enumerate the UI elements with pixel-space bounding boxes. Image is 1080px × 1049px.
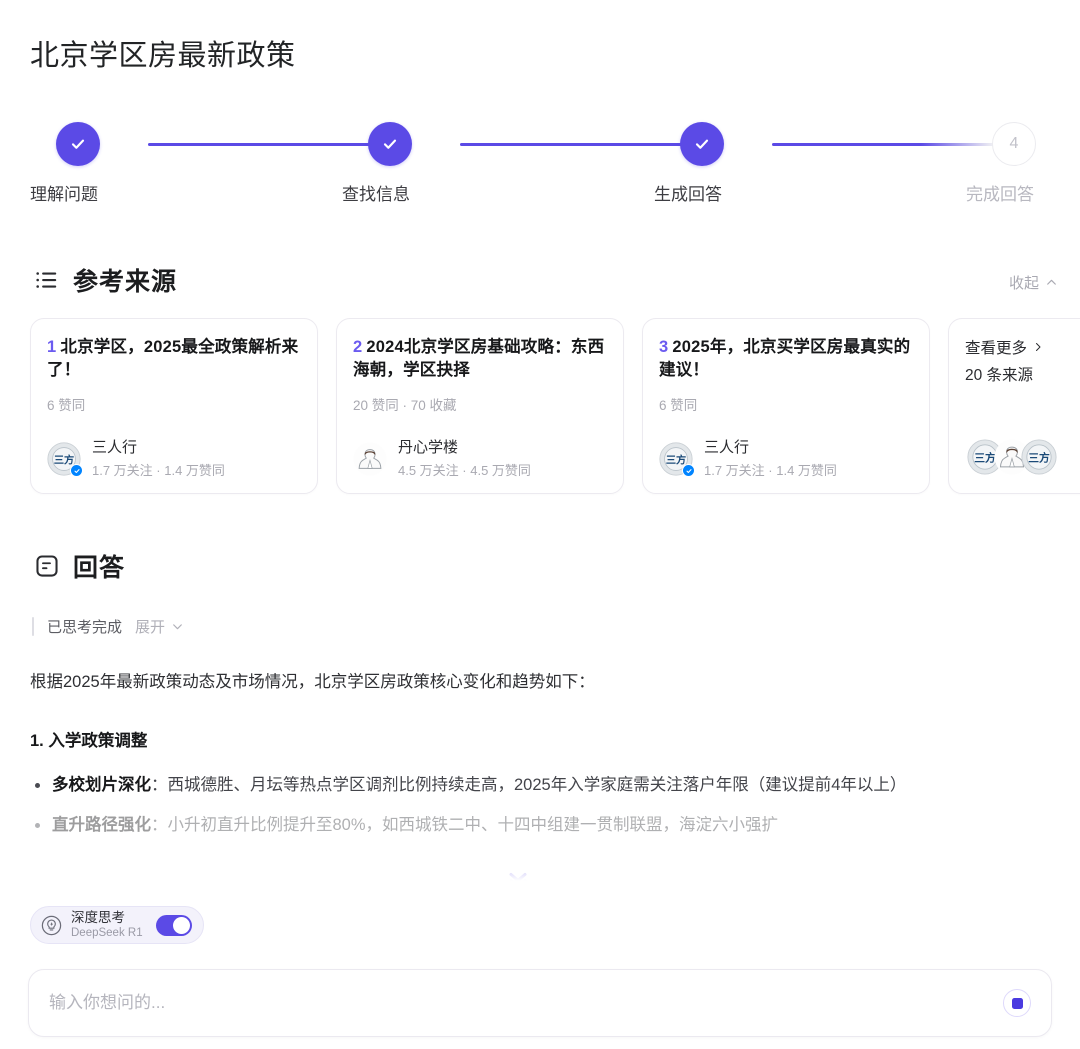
sources-heading: 参考来源 [73, 268, 178, 296]
author-name: 三人行 [704, 439, 750, 457]
step-connector-1 [148, 143, 388, 146]
author-name: 三人行 [92, 439, 138, 457]
source-card-meta: 6 赞同 [659, 397, 698, 413]
source-card-title: 1 北京学区，2025最全政策解析来了！ [47, 336, 301, 383]
avatar [353, 442, 387, 476]
list-icon [36, 272, 57, 288]
document-icon [36, 555, 58, 577]
answer-heading: 回答 [73, 554, 126, 582]
chevron-down-icon [173, 624, 182, 630]
source-card[interactable]: 2 2024北京学区房基础攻略：东西海朝，学区抉择 20 赞同 · 70 收藏 丹… [336, 318, 624, 494]
double-chevron-down-icon [509, 873, 527, 889]
answer-body: 根据2025年最新政策动态及市场情况，北京学区房政策核心变化和趋势如下： 1. … [30, 668, 1060, 852]
author-stat: 4.5 万关注 · 4.5 万赞同 [398, 463, 531, 478]
step-node-4[interactable]: 4 [992, 122, 1036, 166]
source-card-author[interactable]: 三方 三人行 1.7 万关注 · 1.4 万赞同 [659, 439, 837, 479]
verified-badge-icon [70, 464, 83, 478]
deep-think-chip[interactable]: 深度思考 DeepSeek R1 [30, 906, 204, 944]
author-stat: 1.7 万关注 · 1.4 万赞同 [704, 463, 837, 478]
page-title: 北京学区房最新政策 [30, 40, 296, 72]
answer-bullet-text: ：西城德胜、月坛等热点学区调剂比例持续走高，2025年入学家庭需关注落户年限（建… [151, 775, 907, 794]
deep-think-title: 深度思考 [71, 909, 125, 925]
source-card-author[interactable]: 三方 三人行 1.7 万关注 · 1.4 万赞同 [47, 439, 225, 479]
step-label-1: 理解问题 [30, 185, 98, 204]
author-stat: 1.7 万关注 · 1.4 万赞同 [92, 463, 225, 478]
stop-square-icon [1011, 997, 1023, 1009]
answer-section-heading: 1. 入学政策调整 [30, 731, 148, 750]
person-avatar [353, 442, 387, 476]
deep-think-subtitle: DeepSeek R1 [71, 927, 143, 940]
progress-stepper: 4 理解问题 查找信息 生成回答 完成回答 [30, 122, 1060, 212]
source-card-title: 2 2024北京学区房基础攻略：东西海朝，学区抉择 [353, 336, 607, 383]
step-connector-2 [460, 143, 700, 146]
collapse-label: 收起 [1008, 275, 1039, 292]
step-node-2[interactable] [368, 122, 412, 166]
deep-think-texts: 深度思考 DeepSeek R1 [71, 909, 143, 940]
lightbulb-bolt-icon [41, 915, 62, 935]
logo-avatar: 三方 [1021, 439, 1057, 475]
view-more-link[interactable]: 查看更多 [965, 336, 1080, 358]
view-more-sources-card[interactable]: 查看更多 20 条来源 三方 三方 [948, 318, 1080, 494]
view-more-label: 查看更多 [965, 340, 1028, 357]
message-input[interactable] [49, 993, 1003, 1013]
check-icon [695, 139, 709, 149]
step-label-4: 完成回答 [966, 185, 1034, 204]
chevron-right-icon [1036, 343, 1041, 351]
source-card-meta: 20 赞同 · 70 收藏 [353, 397, 457, 413]
answer-bullet-list: 多校划片深化：西城德胜、月坛等热点学区调剂比例持续走高，2025年入学家庭需关注… [30, 771, 1060, 840]
sources-collapse-button[interactable]: 收起 [1009, 272, 1058, 293]
view-more-count: 20 条来源 [965, 367, 1034, 384]
answer-bullet-text: ：小升初直升比例提升至80%，如西城铁二中、十四中组建一贯制联盟，海淀六小强扩 [151, 816, 779, 835]
chevron-up-icon [1047, 279, 1056, 285]
answer-intro: 根据2025年最新政策动态及市场情况，北京学区房政策核心变化和趋势如下： [30, 673, 595, 691]
deep-think-toggle[interactable] [155, 914, 192, 936]
avatar: 三方 [47, 442, 83, 478]
svg-text:三方: 三方 [666, 453, 686, 466]
thinking-expand-label: 展开 [135, 619, 166, 636]
source-card-index: 1 [47, 338, 57, 356]
scroll-to-bottom-button[interactable] [505, 866, 531, 892]
check-icon [383, 139, 397, 149]
step-number-4: 4 [1009, 135, 1019, 152]
step-node-3[interactable] [680, 122, 724, 166]
view-more-avatar-stack: 三方 三方 [967, 439, 1057, 475]
step-label-3: 生成回答 [654, 185, 722, 204]
stop-generation-button[interactable] [1003, 989, 1031, 1017]
source-card-title-text: 2025年，北京买学区房最真实的建议！ [659, 338, 911, 380]
step-label-2: 查找信息 [342, 185, 410, 204]
author-name: 丹心学楼 [398, 439, 459, 457]
answer-bullet-item: 多校划片深化：西城德胜、月坛等热点学区调剂比例持续走高，2025年入学家庭需关注… [30, 771, 1060, 799]
source-card-title-text: 2024北京学区房基础攻略：东西海朝，学区抉择 [353, 338, 605, 380]
source-card-meta: 6 赞同 [47, 397, 86, 413]
toggle-knob [172, 916, 190, 934]
step-connector-3 [772, 143, 1012, 146]
thinking-status-label: 已思考完成 [47, 619, 123, 636]
sources-header: 参考来源 [34, 262, 177, 298]
answer-header: 回答 [34, 548, 125, 584]
check-icon [71, 139, 85, 149]
verified-badge-icon [682, 464, 695, 478]
svg-text:三方: 三方 [974, 452, 996, 465]
answer-bullet-strong: 直升路径强化 [52, 816, 151, 835]
message-composer[interactable] [28, 969, 1052, 1037]
svg-text:三方: 三方 [54, 453, 74, 466]
source-card-index: 2 [353, 338, 363, 356]
sources-card-list: 1 北京学区，2025最全政策解析来了！ 6 赞同 三方 三人行 1.7 万关注… [30, 318, 1080, 494]
thinking-status-bar: 已思考完成 展开 [32, 616, 184, 637]
avatar: 三方 [659, 442, 695, 478]
thinking-rule [32, 617, 34, 636]
source-card-title-text: 北京学区，2025最全政策解析来了！ [47, 338, 299, 380]
answer-bullet-item: 直升路径强化：小升初直升比例提升至80%，如西城铁二中、十四中组建一贯制联盟，海… [30, 811, 1060, 839]
answer-page: 北京学区房最新政策 4 理解问题 查找信息 生成回答 完成回答 参考来源 收起 … [0, 0, 1080, 1049]
step-node-1[interactable] [56, 122, 100, 166]
source-card-title: 3 2025年，北京买学区房最真实的建议！ [659, 336, 913, 383]
source-card[interactable]: 3 2025年，北京买学区房最真实的建议！ 6 赞同 三方 三人行 1.7 万关… [642, 318, 930, 494]
source-card-index: 3 [659, 338, 669, 356]
answer-bullet-strong: 多校划片深化 [52, 775, 151, 794]
source-card[interactable]: 1 北京学区，2025最全政策解析来了！ 6 赞同 三方 三人行 1.7 万关注… [30, 318, 318, 494]
thinking-expand-button[interactable]: 展开 [135, 616, 184, 637]
source-card-author[interactable]: 丹心学楼 4.5 万关注 · 4.5 万赞同 [353, 439, 531, 479]
svg-text:三方: 三方 [1028, 452, 1050, 465]
